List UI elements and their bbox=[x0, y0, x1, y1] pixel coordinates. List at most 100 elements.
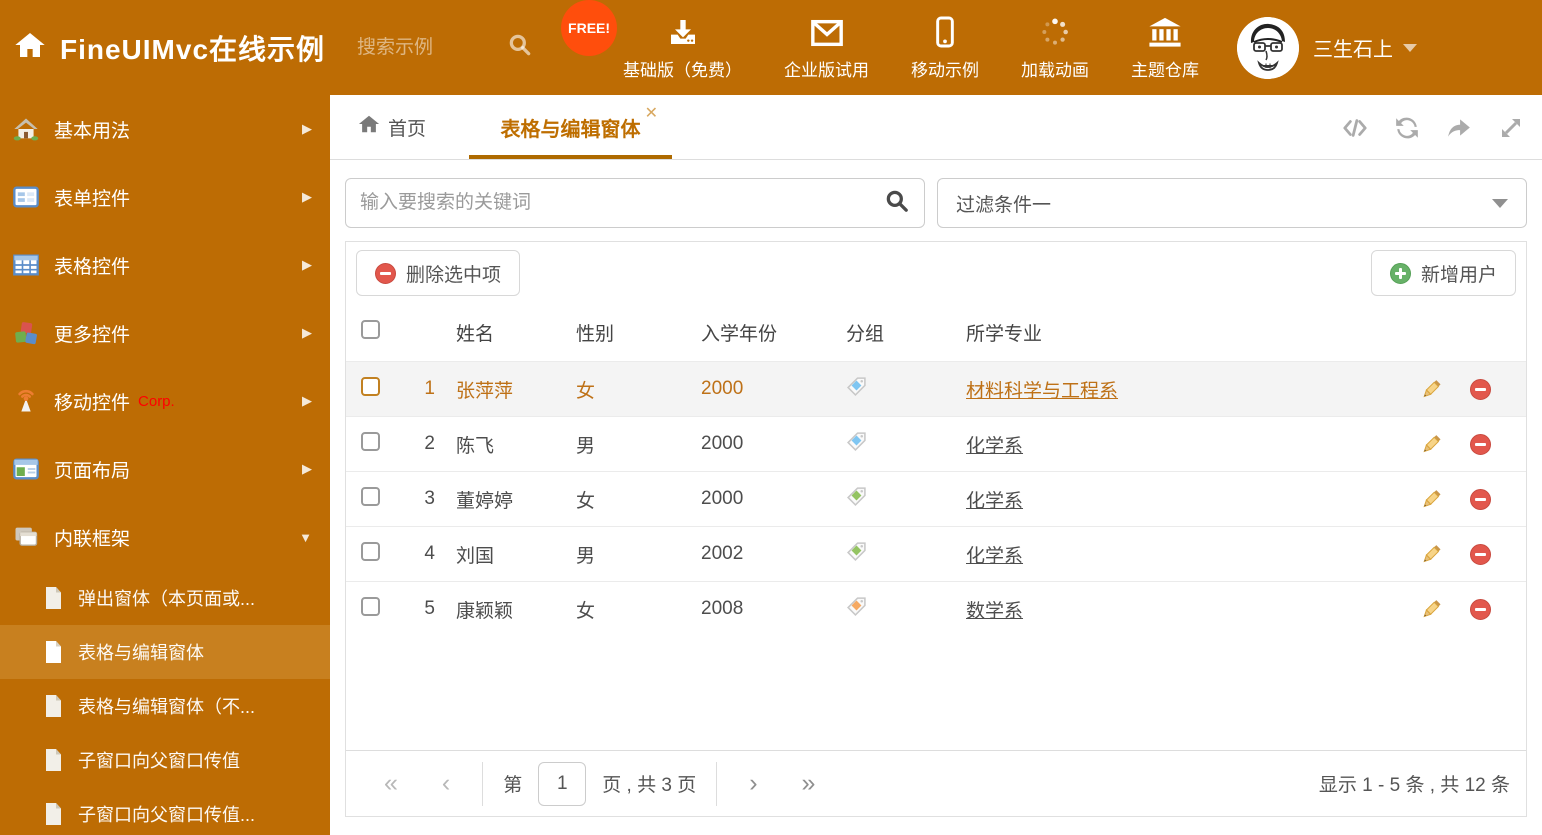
column-header-name[interactable]: 姓名 bbox=[441, 319, 566, 346]
form-icon bbox=[12, 183, 40, 211]
chevron-right-icon: ▶ bbox=[302, 325, 312, 340]
share-icon[interactable] bbox=[1446, 115, 1472, 141]
close-icon[interactable]: ✕ bbox=[645, 103, 658, 123]
edit-icon[interactable] bbox=[1420, 598, 1442, 620]
sidebar-child-label: 子窗口向父窗口传值... bbox=[78, 805, 256, 825]
cell-gender: 男 bbox=[576, 435, 596, 457]
delete-icon[interactable] bbox=[1470, 378, 1491, 400]
nav-item-mobile-demo[interactable]: 移动示例 bbox=[911, 14, 979, 81]
app-header: FineUIMvc在线示例 FREE! 基础版（免费） 企业版试用 移动示例 bbox=[0, 0, 1542, 95]
sidebar-item-inline-frame[interactable]: 内联框架 ▼ bbox=[0, 503, 330, 571]
header-search bbox=[357, 32, 557, 63]
code-icon[interactable] bbox=[1342, 115, 1368, 141]
table-row[interactable]: 4 刘国 男 2002 化学系 bbox=[346, 526, 1526, 581]
cell-gender: 男 bbox=[576, 545, 596, 567]
sidebar-item-mobile-controls[interactable]: 移动控件 Corp. ▶ bbox=[0, 367, 330, 435]
next-page-button[interactable]: › bbox=[727, 769, 779, 798]
sidebar-child-grid-edit-window[interactable]: 表格与编辑窗体 bbox=[0, 625, 330, 679]
row-number: 3 bbox=[424, 488, 435, 509]
column-header-group[interactable]: 分组 bbox=[836, 319, 956, 346]
tab-home[interactable]: 首页 bbox=[358, 95, 426, 159]
search-icon[interactable] bbox=[884, 188, 910, 219]
cell-gender: 女 bbox=[576, 380, 596, 402]
sidebar-item-grid-controls[interactable]: 表格控件 ▶ bbox=[0, 231, 330, 299]
last-page-button[interactable]: » bbox=[780, 769, 838, 798]
file-icon bbox=[42, 694, 64, 718]
keyword-search-input[interactable] bbox=[360, 192, 884, 214]
table-row[interactable]: 3 董婷婷 女 2000 化学系 bbox=[346, 471, 1526, 526]
sidebar-item-basic-usage[interactable]: 基本用法 ▶ bbox=[0, 95, 330, 163]
delete-selected-button[interactable]: 删除选中项 bbox=[356, 250, 521, 296]
nav-item-theme-repo[interactable]: 主题仓库 bbox=[1131, 14, 1199, 81]
major-link[interactable]: 材料科学与工程系 bbox=[966, 381, 1118, 402]
nav-item-basic-free[interactable]: FREE! 基础版（免费） bbox=[561, 0, 742, 81]
tab-grid-edit-window[interactable]: 表格与编辑窗体 ✕ bbox=[469, 95, 673, 159]
row-number: 1 bbox=[424, 378, 435, 399]
table-empty-space bbox=[346, 636, 1526, 750]
edit-icon[interactable] bbox=[1420, 488, 1442, 510]
major-link[interactable]: 数学系 bbox=[966, 601, 1023, 622]
column-header-year[interactable]: 入学年份 bbox=[691, 319, 836, 346]
chevron-down-icon: ▼ bbox=[299, 529, 312, 545]
cell-gender: 女 bbox=[576, 600, 596, 622]
delete-icon[interactable] bbox=[1470, 598, 1491, 620]
free-badge: FREE! bbox=[561, 0, 618, 56]
major-link[interactable]: 化学系 bbox=[966, 546, 1023, 567]
page-number-input[interactable] bbox=[538, 761, 587, 806]
delete-icon[interactable] bbox=[1470, 488, 1491, 510]
table-row[interactable]: 2 陈飞 男 2000 化学系 bbox=[346, 416, 1526, 471]
row-checkbox[interactable] bbox=[361, 541, 380, 561]
nav-item-loading-animation[interactable]: 加载动画 bbox=[1021, 14, 1089, 81]
user-name[interactable]: 三生石上 bbox=[1313, 33, 1418, 62]
sidebar-item-more-controls[interactable]: 更多控件 ▶ bbox=[0, 299, 330, 367]
sidebar-child-child-to-parent[interactable]: 子窗口向父窗口传值 bbox=[0, 733, 330, 787]
tag-icon bbox=[846, 431, 867, 452]
chevron-down-icon bbox=[1492, 198, 1508, 208]
sidebar-item-form-controls[interactable]: 表单控件 ▶ bbox=[0, 163, 330, 231]
page-title: FineUIMvc在线示例 bbox=[60, 33, 326, 65]
file-icon bbox=[42, 748, 64, 772]
major-link[interactable]: 化学系 bbox=[966, 491, 1023, 512]
page-label-suffix: 页 , 共 3 页 bbox=[602, 775, 697, 796]
edit-icon[interactable] bbox=[1420, 543, 1442, 565]
column-header-gender[interactable]: 性别 bbox=[566, 319, 691, 346]
refresh-icon[interactable] bbox=[1394, 115, 1420, 141]
edit-icon[interactable] bbox=[1420, 433, 1442, 455]
sidebar-child-grid-edit-window-alt[interactable]: 表格与编辑窗体（不... bbox=[0, 679, 330, 733]
sidebar-item-label: 表单控件 bbox=[54, 188, 131, 210]
file-icon bbox=[42, 586, 64, 610]
delete-icon[interactable] bbox=[1470, 433, 1491, 455]
cell-gender: 女 bbox=[576, 490, 596, 512]
row-checkbox[interactable] bbox=[361, 596, 380, 616]
prev-page-button[interactable]: ‹ bbox=[420, 769, 472, 798]
nav-item-enterprise-trial[interactable]: 企业版试用 bbox=[784, 14, 869, 81]
first-page-button[interactable]: « bbox=[362, 769, 420, 798]
sidebar-item-label: 内联框架 bbox=[54, 528, 131, 550]
select-all-checkbox[interactable] bbox=[361, 320, 380, 339]
chevron-right-icon: ▶ bbox=[302, 257, 312, 272]
search-icon[interactable] bbox=[507, 32, 533, 63]
table-icon bbox=[12, 251, 40, 279]
table-row[interactable]: 5 康颖颖 女 2008 数学系 bbox=[346, 581, 1526, 636]
avatar[interactable] bbox=[1237, 16, 1300, 79]
cell-year: 2002 bbox=[701, 543, 744, 564]
app-logo[interactable]: FineUIMvc在线示例 bbox=[14, 28, 325, 68]
main-area: 首页 表格与编辑窗体 ✕ 输入要搜索的关键词 过滤条件一 删除选中项 新增用户 … bbox=[330, 95, 1542, 835]
major-link[interactable]: 化学系 bbox=[966, 436, 1023, 457]
edit-icon[interactable] bbox=[1420, 378, 1442, 400]
table-row[interactable]: 1 张萍萍 女 2000 材料科学与工程系 bbox=[346, 361, 1526, 416]
add-user-button[interactable]: 新增用户 bbox=[1370, 250, 1516, 296]
expand-icon[interactable] bbox=[1498, 115, 1524, 141]
column-header-major[interactable]: 所学专业 bbox=[956, 319, 1406, 346]
sidebar-item-page-layout[interactable]: 页面布局 ▶ bbox=[0, 435, 330, 503]
sidebar-child-label: 弹出窗体（本页面或... bbox=[78, 589, 256, 609]
filter-dropdown[interactable]: 过滤条件一 bbox=[937, 178, 1527, 228]
row-checkbox[interactable] bbox=[361, 431, 380, 451]
delete-icon[interactable] bbox=[1470, 543, 1491, 565]
header-search-input[interactable] bbox=[357, 36, 508, 59]
row-checkbox[interactable] bbox=[361, 486, 380, 506]
sidebar-child-popup-window[interactable]: 弹出窗体（本页面或... bbox=[0, 571, 330, 625]
user-menu[interactable]: 三生石上 bbox=[1237, 16, 1418, 79]
row-checkbox[interactable] bbox=[361, 376, 380, 396]
sidebar-child-child-to-parent-alt[interactable]: 子窗口向父窗口传值... bbox=[0, 787, 330, 835]
